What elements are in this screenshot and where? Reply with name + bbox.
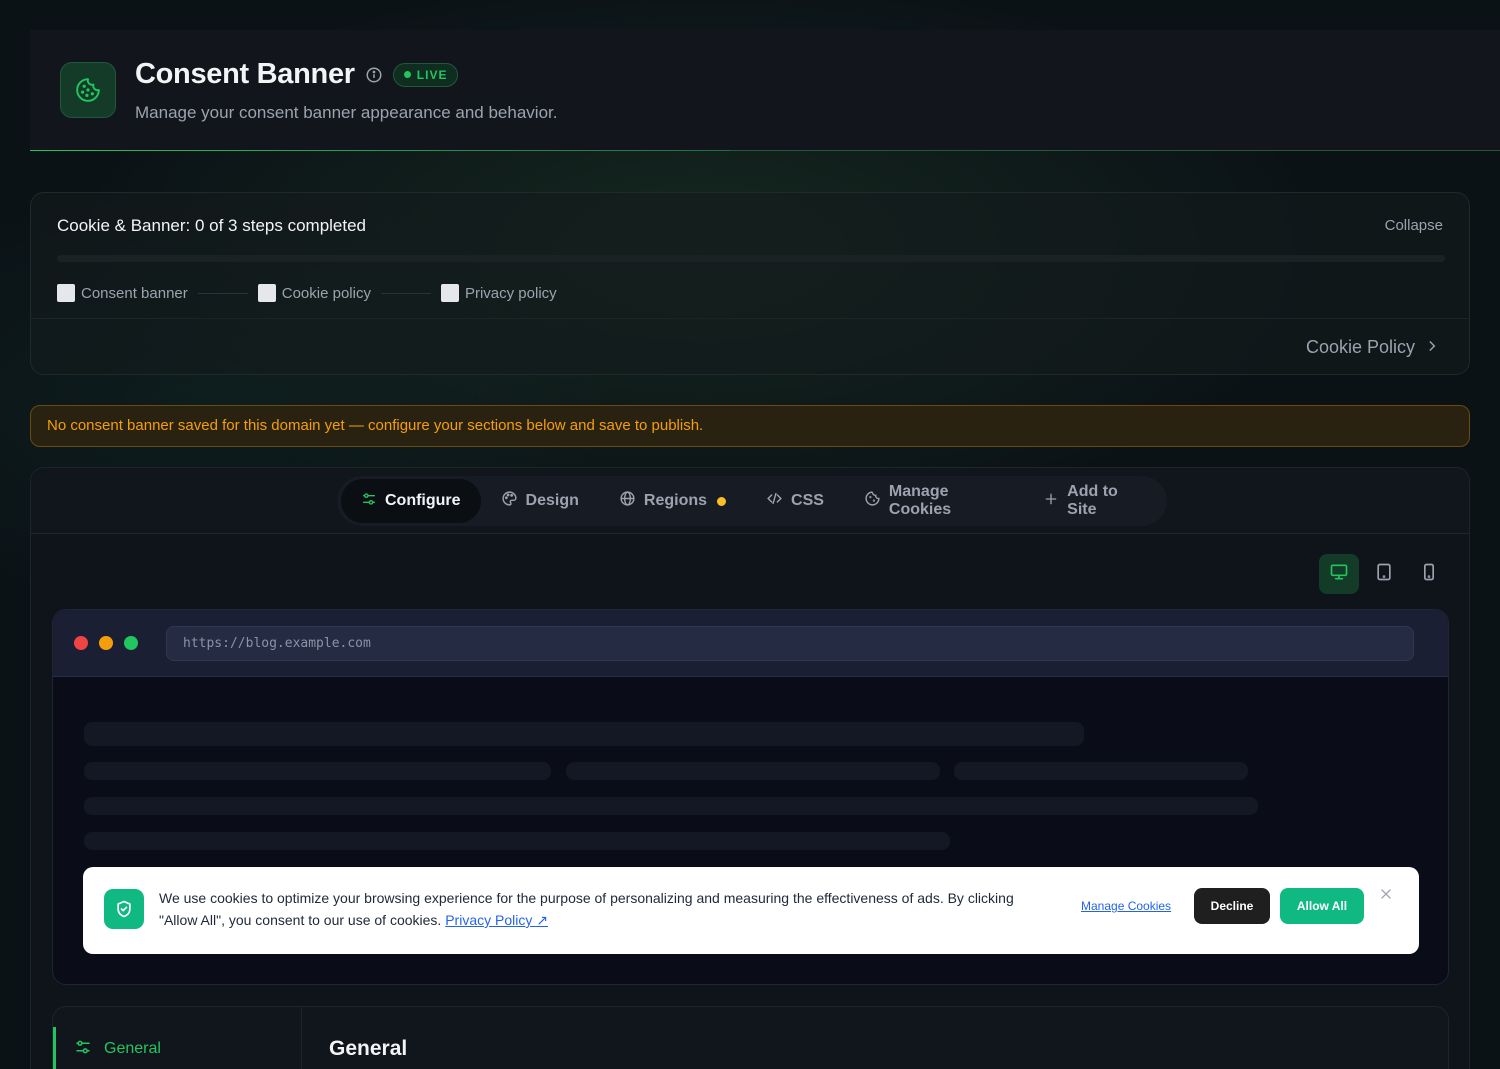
window-maximize-dot [124, 636, 138, 650]
tab-design[interactable]: Design [481, 479, 599, 523]
collapse-button[interactable]: Collapse [1385, 217, 1443, 234]
tab-configure[interactable]: Configure [341, 479, 481, 523]
device-toggle [1319, 554, 1449, 594]
skeleton-line [84, 722, 1084, 746]
banner-message: We use cookies to optimize your browsing… [159, 887, 1049, 931]
skeleton-line [84, 762, 551, 780]
palette-icon [501, 490, 518, 512]
manage-cookies-link[interactable]: Manage Cookies [1081, 899, 1171, 913]
privacy-policy-link[interactable]: Privacy Policy ↗ [445, 912, 548, 928]
tab-add-to-site[interactable]: Add to Site [1023, 479, 1163, 523]
desktop-icon [1329, 562, 1349, 587]
tab-label: Configure [385, 492, 461, 509]
page-header: Consent Banner LIVE Manage your consent … [30, 30, 1500, 151]
step-connector [197, 292, 248, 294]
skeleton-line [84, 797, 1258, 815]
status-dot [403, 71, 411, 78]
mobile-icon [1419, 562, 1439, 587]
divider [31, 318, 1469, 319]
browser-preview: https://blog.example.com We use cookies … [52, 609, 1449, 985]
warning-alert: No consent banner saved for this domain … [30, 405, 1470, 447]
status-badge: LIVE [392, 62, 459, 87]
sidebar-item-label: General [104, 1040, 161, 1057]
tab-label: Design [525, 492, 579, 509]
tab-label: Regions [643, 492, 708, 509]
cookie-icon [60, 62, 116, 118]
url-bar: https://blog.example.com [166, 626, 1414, 661]
cookie-icon [864, 490, 881, 512]
tab-label: CSS [791, 492, 824, 509]
sliders-icon [361, 491, 377, 512]
setup-steps-card: Cookie & Banner: 0 of 3 steps completed … [30, 192, 1470, 375]
tab-label: Add to Site [1067, 483, 1118, 518]
tab-manage-cookies[interactable]: Manage Cookies [844, 479, 1023, 523]
window-minimize-dot [99, 636, 113, 650]
info-icon[interactable] [365, 66, 383, 84]
step-cookie-policy[interactable]: Cookie policy [257, 284, 371, 302]
next-step-label: Cookie Policy [1305, 337, 1415, 357]
desktop-view-button[interactable] [1319, 554, 1359, 594]
tab-css[interactable]: CSS [746, 479, 844, 523]
globe-icon [619, 490, 636, 512]
step-consent-banner[interactable]: Consent banner [57, 284, 188, 302]
steps-title: Cookie & Banner: 0 of 3 steps completed [57, 216, 367, 235]
next-step-link[interactable]: Cookie Policy [1306, 337, 1439, 358]
editor-panel: Configure Design Regions CSS Manage Cook… [30, 467, 1470, 1069]
step-label: Consent banner [81, 284, 188, 302]
step-label: Cookie policy [281, 284, 371, 302]
settings-sidebar: General [53, 1007, 302, 1069]
settings-panel: General General [52, 1006, 1449, 1069]
banner-text: We use cookies to optimize your browsing… [159, 890, 1014, 928]
sidebar-item-general[interactable]: General [53, 1027, 302, 1069]
tab-bar: Configure Design Regions CSS Manage Cook… [337, 476, 1167, 526]
tablet-view-button[interactable] [1364, 554, 1404, 594]
status-indicator-dot [717, 496, 727, 506]
window-close-dot [74, 636, 88, 650]
tablet-icon [1374, 562, 1394, 587]
step-privacy-policy[interactable]: Privacy policy [440, 284, 557, 302]
plus-icon [1043, 491, 1059, 512]
tabbar-area: Configure Design Regions CSS Manage Cook… [31, 468, 1469, 534]
sliders-icon [74, 1038, 92, 1061]
skeleton-line [954, 762, 1248, 780]
tab-regions[interactable]: Regions [599, 479, 746, 523]
skeleton-line [566, 762, 940, 780]
step-connector [380, 292, 431, 294]
browser-toolbar: https://blog.example.com [53, 610, 1448, 677]
section-title: General [329, 1037, 408, 1060]
allow-all-button[interactable]: Allow All [1280, 888, 1364, 924]
step-label: Privacy policy [464, 284, 557, 302]
steps-list: Consent banner Cookie policy Privacy pol… [57, 284, 557, 302]
code-icon [766, 490, 783, 512]
tab-label: Manage Cookies [888, 483, 952, 518]
status-badge-label: LIVE [416, 67, 448, 82]
step-checkbox[interactable] [57, 284, 75, 302]
shield-icon [104, 889, 144, 929]
mobile-view-button[interactable] [1409, 554, 1449, 594]
step-checkbox[interactable] [257, 284, 276, 302]
page-title: Consent Banner [135, 58, 355, 90]
decline-button[interactable]: Decline [1194, 888, 1270, 924]
close-icon[interactable] [1379, 887, 1397, 905]
chevron-right-icon [1425, 337, 1439, 358]
steps-progress-bar [57, 255, 1445, 262]
consent-banner-preview: We use cookies to optimize your browsing… [83, 867, 1419, 954]
skeleton-line [84, 832, 950, 850]
step-checkbox[interactable] [440, 284, 459, 302]
page-subtitle: Manage your consent banner appearance an… [135, 103, 558, 122]
